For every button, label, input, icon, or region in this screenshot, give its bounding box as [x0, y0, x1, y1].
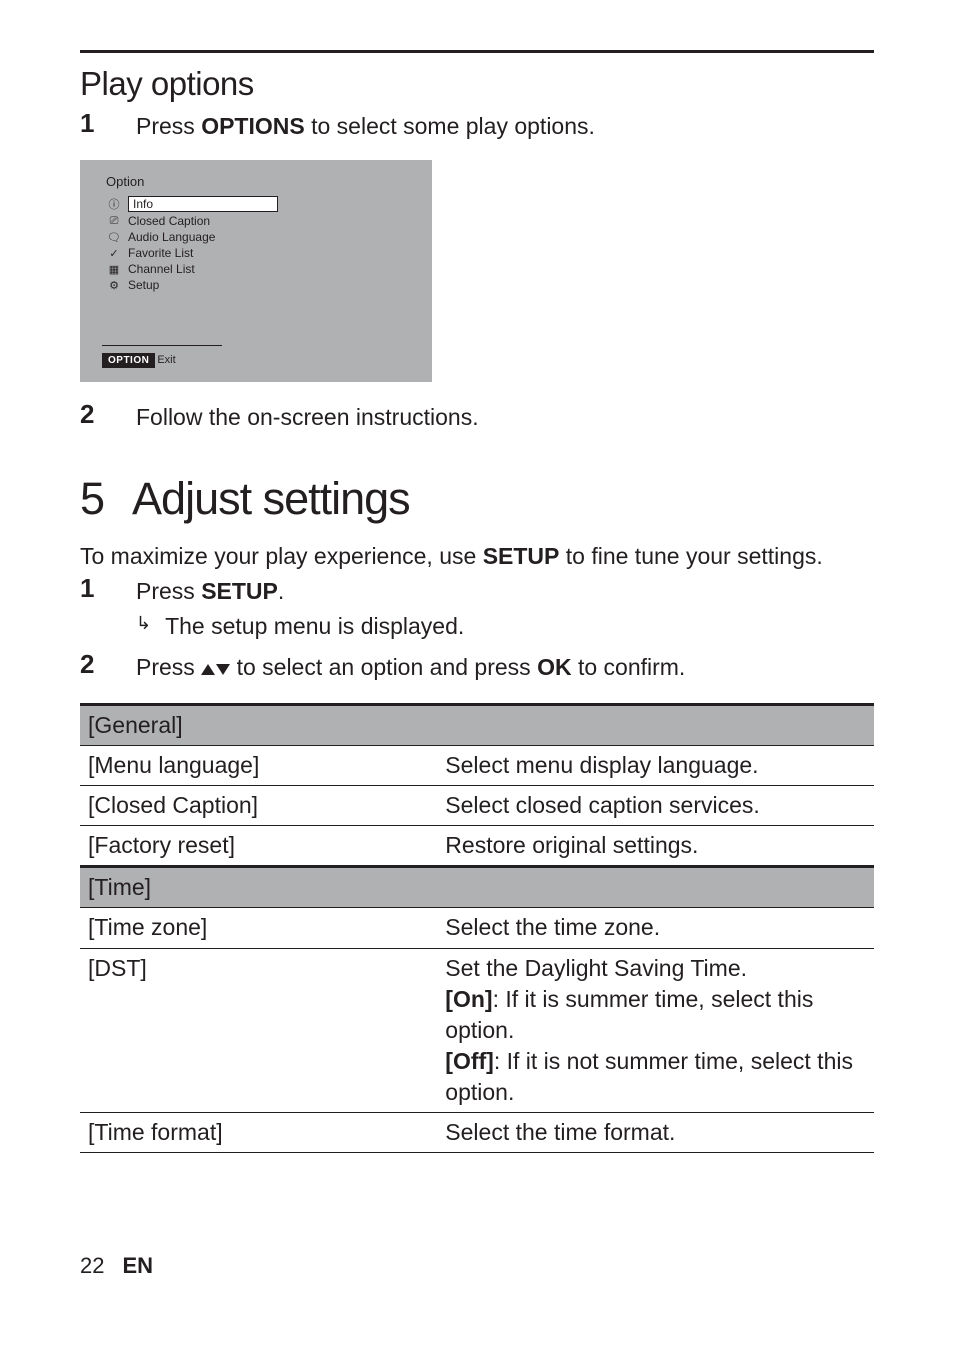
- text: to fine tune your settings.: [559, 543, 822, 569]
- text: Press: [136, 578, 201, 604]
- language-code: EN: [122, 1253, 153, 1278]
- chapter-heading: 5 Adjust settings: [80, 473, 874, 525]
- menu-item-audio: 🗨 Audio Language: [102, 229, 432, 245]
- option-menu-list: ⓘ Info ⎚ Closed Caption 🗨 Audio Language ✓ F…: [102, 195, 432, 293]
- text: to select an option and press: [230, 654, 537, 680]
- setting-desc: Select closed caption services.: [437, 786, 874, 826]
- play-options-heading: Play options: [80, 65, 874, 103]
- option-button-label: OPTION: [102, 353, 155, 368]
- screen-bottom-bar: OPTIONExit: [102, 345, 222, 368]
- play-options-steps-2: 2 Follow the on-screen instructions.: [80, 400, 874, 433]
- setting-desc: Select the time format.: [437, 1112, 874, 1152]
- play-options-steps: 1 Press OPTIONS to select some play opti…: [80, 109, 874, 142]
- step-text: Follow the on-screen instructions.: [136, 400, 479, 433]
- page-number: 22: [80, 1253, 104, 1278]
- setting-desc: Select the time zone.: [437, 908, 874, 948]
- setting-name: [DST]: [80, 948, 437, 1112]
- step-2-nav: 2 Press to select an option and press OK…: [80, 650, 874, 683]
- step-body: Press to select an option and press OK t…: [136, 650, 685, 683]
- step-number: 2: [80, 400, 136, 429]
- text: : If it is summer time, select this opti…: [445, 986, 813, 1043]
- step-body: Press SETUP. ↳ The setup menu is display…: [136, 574, 464, 642]
- arrow-right-icon: ↳: [136, 611, 151, 636]
- menu-item-favorite: ✓ Favorite List: [102, 245, 432, 261]
- setting-desc: Set the Daylight Saving Time. [On]: If i…: [437, 948, 874, 1112]
- text: Press: [136, 113, 201, 139]
- menu-label: Favorite List: [128, 246, 193, 260]
- text: to confirm.: [572, 654, 686, 680]
- off-label: [Off]: [445, 1048, 494, 1074]
- text: To maximize your play experience, use: [80, 543, 483, 569]
- top-rule: [80, 50, 874, 53]
- step-number: 1: [80, 574, 136, 603]
- list-icon: ▦: [106, 263, 122, 276]
- step-1-setup: 1 Press SETUP. ↳ The setup menu is displ…: [80, 574, 874, 642]
- tv-screenshot: Option ⓘ Info ⎚ Closed Caption 🗨 Audio Lang…: [80, 160, 432, 382]
- chapter-steps: 1 Press SETUP. ↳ The setup menu is displ…: [80, 574, 874, 683]
- chapter-title: Adjust settings: [132, 473, 410, 524]
- gear-icon: ⚙: [106, 279, 122, 292]
- table-group-row: [General]: [80, 705, 874, 746]
- setting-name: [Closed Caption]: [80, 786, 437, 826]
- text: Set the Daylight Saving Time.: [445, 955, 747, 981]
- setting-desc: Select menu display language.: [437, 746, 874, 786]
- menu-label: Channel List: [128, 262, 195, 276]
- speech-icon: 🗨: [106, 231, 122, 244]
- sub-step: ↳ The setup menu is displayed.: [136, 611, 464, 642]
- menu-label: Setup: [128, 278, 159, 292]
- chapter-intro: To maximize your play experience, use SE…: [80, 543, 874, 570]
- step-2: 2 Follow the on-screen instructions.: [80, 400, 874, 433]
- menu-label: Closed Caption: [128, 214, 210, 228]
- ok-key: OK: [537, 654, 572, 680]
- info-icon: ⓘ: [106, 196, 122, 212]
- setting-name: [Menu language]: [80, 746, 437, 786]
- setting-desc: Restore original settings.: [437, 826, 874, 867]
- table-row: [DST] Set the Daylight Saving Time. [On]…: [80, 948, 874, 1112]
- on-label: [On]: [445, 986, 492, 1012]
- menu-item-info: ⓘ Info: [102, 195, 432, 213]
- setup-key: SETUP: [483, 543, 560, 569]
- table-row: [Time format]Select the time format.: [80, 1112, 874, 1152]
- group-cell: [Time]: [80, 867, 874, 908]
- menu-label: Audio Language: [128, 230, 215, 244]
- menu-item-channel: ▦ Channel List: [102, 261, 432, 277]
- group-cell: [General]: [80, 705, 874, 746]
- table-row: [Factory reset]Restore original settings…: [80, 826, 874, 867]
- exit-label: Exit: [157, 354, 175, 366]
- menu-item-cc: ⎚ Closed Caption: [102, 213, 432, 229]
- divider: [102, 345, 222, 346]
- down-arrow-icon: [216, 664, 230, 675]
- up-arrow-icon: [201, 664, 215, 675]
- setting-name: [Time format]: [80, 1112, 437, 1152]
- step-number: 1: [80, 109, 136, 138]
- menu-label: Info: [128, 196, 278, 212]
- setting-name: [Factory reset]: [80, 826, 437, 867]
- table-group-row: [Time]: [80, 867, 874, 908]
- text: Press: [136, 654, 201, 680]
- page-footer: 22 EN: [80, 1253, 874, 1279]
- setting-name: [Time zone]: [80, 908, 437, 948]
- table-row: [Closed Caption]Select closed caption se…: [80, 786, 874, 826]
- table-row: [Menu language]Select menu display langu…: [80, 746, 874, 786]
- step-text: Press OPTIONS to select some play option…: [136, 109, 595, 142]
- step-1: 1 Press OPTIONS to select some play opti…: [80, 109, 874, 142]
- sub-text: The setup menu is displayed.: [165, 611, 464, 642]
- table-row: [Time zone]Select the time zone.: [80, 908, 874, 948]
- check-icon: ✓: [106, 247, 122, 260]
- chapter-number: 5: [80, 473, 104, 525]
- text: : If it is not summer time, select this …: [445, 1048, 853, 1105]
- menu-item-setup: ⚙ Setup: [102, 277, 432, 293]
- settings-table: [General] [Menu language]Select menu dis…: [80, 703, 874, 1153]
- text: to select some play options.: [305, 113, 595, 139]
- setup-key: SETUP: [201, 578, 278, 604]
- text: .: [278, 578, 284, 604]
- cc-icon: ⎚: [106, 215, 122, 228]
- menu-title: Option: [102, 174, 432, 189]
- options-key: OPTIONS: [201, 113, 305, 139]
- step-number: 2: [80, 650, 136, 679]
